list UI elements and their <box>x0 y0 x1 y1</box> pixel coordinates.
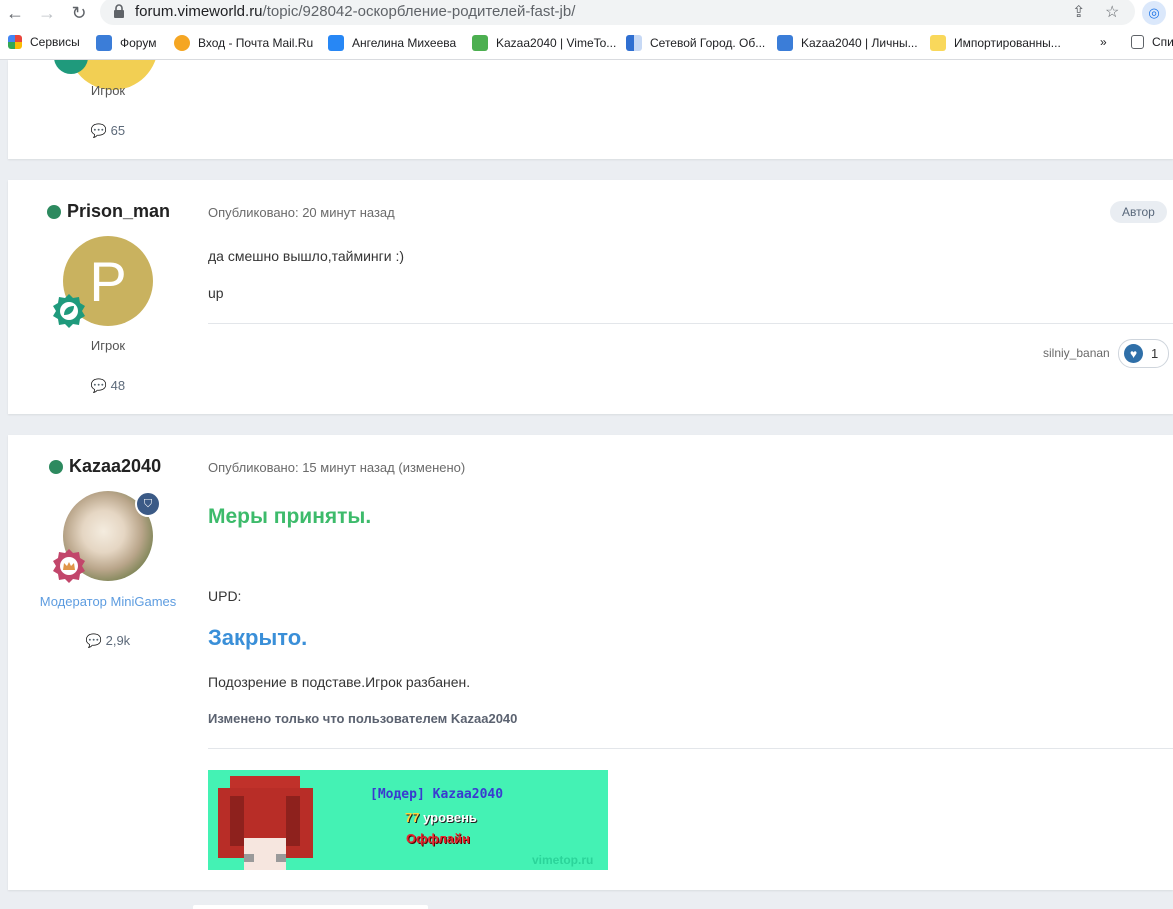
signature-level: 77 уровень <box>405 810 477 825</box>
online-status-icon <box>47 204 61 219</box>
comment-icon: 💬 <box>90 123 108 138</box>
signature-status: Оффлайн <box>406 831 470 846</box>
vime-icon <box>777 35 793 51</box>
comment-icon: 💬 <box>85 633 102 648</box>
online-status-icon <box>49 459 63 474</box>
heart-icon: ♥ <box>1124 344 1143 363</box>
reading-list-button[interactable]: Спи <box>1131 35 1173 49</box>
post-text: Подозрение в подставе.Игрок разбанен. <box>208 674 471 690</box>
vimetop-icon <box>472 35 488 51</box>
profile-icon[interactable]: ◎ <box>1142 1 1166 25</box>
grid-icon <box>626 35 642 51</box>
post-count: 💬 48 <box>90 378 126 393</box>
divider <box>208 323 1173 324</box>
lock-icon <box>114 4 124 18</box>
reaction-user[interactable]: silniy_banan <box>1043 346 1110 360</box>
folder-icon <box>930 35 946 51</box>
user-role: Игрок <box>90 83 126 98</box>
comment-icon: 💬 <box>90 378 108 393</box>
post-heading: Закрыто. <box>208 625 308 650</box>
forward-arrow-icon[interactable]: → <box>36 2 58 24</box>
vk-icon <box>328 35 344 51</box>
crown-rank-icon <box>53 549 85 583</box>
bookmark-vimetop[interactable]: Kazaa2040 | VimeTo... <box>472 35 616 51</box>
signature-name: [Модер] Kazaa2040 <box>370 787 504 802</box>
bookmark-vk[interactable]: Ангелина Михеева <box>328 35 456 51</box>
next-post-edge <box>193 905 428 909</box>
user-role: Модератор MiniGames <box>39 594 177 609</box>
forum-post: Prison_man P Игрок 💬 48 Опубликовано: 20… <box>8 180 1173 414</box>
bookmark-services[interactable]: Сервисы <box>8 35 80 49</box>
browser-toolbar: ← → ↻ forum.vimeworld.ru/topic/928042-ос… <box>0 0 1173 26</box>
vime-icon <box>96 35 112 51</box>
star-icon[interactable]: ☆ <box>1105 2 1119 22</box>
bookmark-imported[interactable]: Импортированны... <box>930 35 1061 51</box>
edited-note: Изменено только что пользователем Kazaa2… <box>208 711 518 726</box>
reload-icon[interactable]: ↻ <box>68 2 90 24</box>
post-text: да смешно вышло,тайминги :) <box>208 248 405 264</box>
author-badge: Автор <box>1110 201 1167 223</box>
forum-post: Kazaa2040 ⛉ Модератор MiniGames 💬 2,9k О… <box>8 435 1173 890</box>
bookmark-kazaa-profile[interactable]: Kazaa2040 | Личны... <box>777 35 918 51</box>
leaf-rank-icon <box>53 294 85 328</box>
post-count: 💬 2,9k <box>85 633 131 648</box>
post-text: UPD: <box>208 588 242 604</box>
username[interactable]: Prison_man <box>47 201 170 222</box>
reading-list-icon <box>1131 35 1144 49</box>
bookmarks-bar: Сервисы Форум Вход - Почта Mail.Ru Ангел… <box>0 26 1173 60</box>
username[interactable]: Kazaa2040 <box>49 456 161 477</box>
post-heading: Меры приняты. <box>208 505 372 528</box>
apps-grid-icon <box>8 35 22 49</box>
post-meta: Опубликовано: 20 минут назад <box>208 205 395 220</box>
reaction-button[interactable]: ♥ 1 <box>1118 339 1169 368</box>
address-bar[interactable]: forum.vimeworld.ru/topic/928042-оскорбле… <box>100 0 1135 25</box>
post-text: up <box>208 285 224 301</box>
url-text: forum.vimeworld.ru/topic/928042-оскорбле… <box>135 3 576 20</box>
divider <box>208 748 1173 749</box>
moderator-shield-icon: ⛉ <box>135 491 161 517</box>
share-icon[interactable]: ⇪ <box>1072 2 1085 22</box>
bookmark-forum[interactable]: Форум <box>96 35 156 51</box>
user-role: Игрок <box>90 338 126 353</box>
signature-site: vimetop.ru <box>532 853 594 867</box>
bookmarks-overflow-button[interactable]: » <box>1100 35 1107 49</box>
bookmark-network-city[interactable]: Сетевой Город. Об... <box>626 35 765 51</box>
post-count: 💬 65 <box>90 123 126 138</box>
post-meta: Опубликовано: 15 минут назад (изменено) <box>208 460 466 475</box>
mail-at-icon <box>174 35 190 51</box>
back-arrow-icon[interactable]: ← <box>4 2 26 24</box>
skin-head-image <box>218 776 313 870</box>
signature-banner[interactable]: [Модер] Kazaa2040 77 уровень Оффлайн vim… <box>208 770 608 870</box>
forum-post: Игрок 💬 65 <box>8 60 1173 159</box>
bookmark-mail[interactable]: Вход - Почта Mail.Ru <box>174 35 313 51</box>
